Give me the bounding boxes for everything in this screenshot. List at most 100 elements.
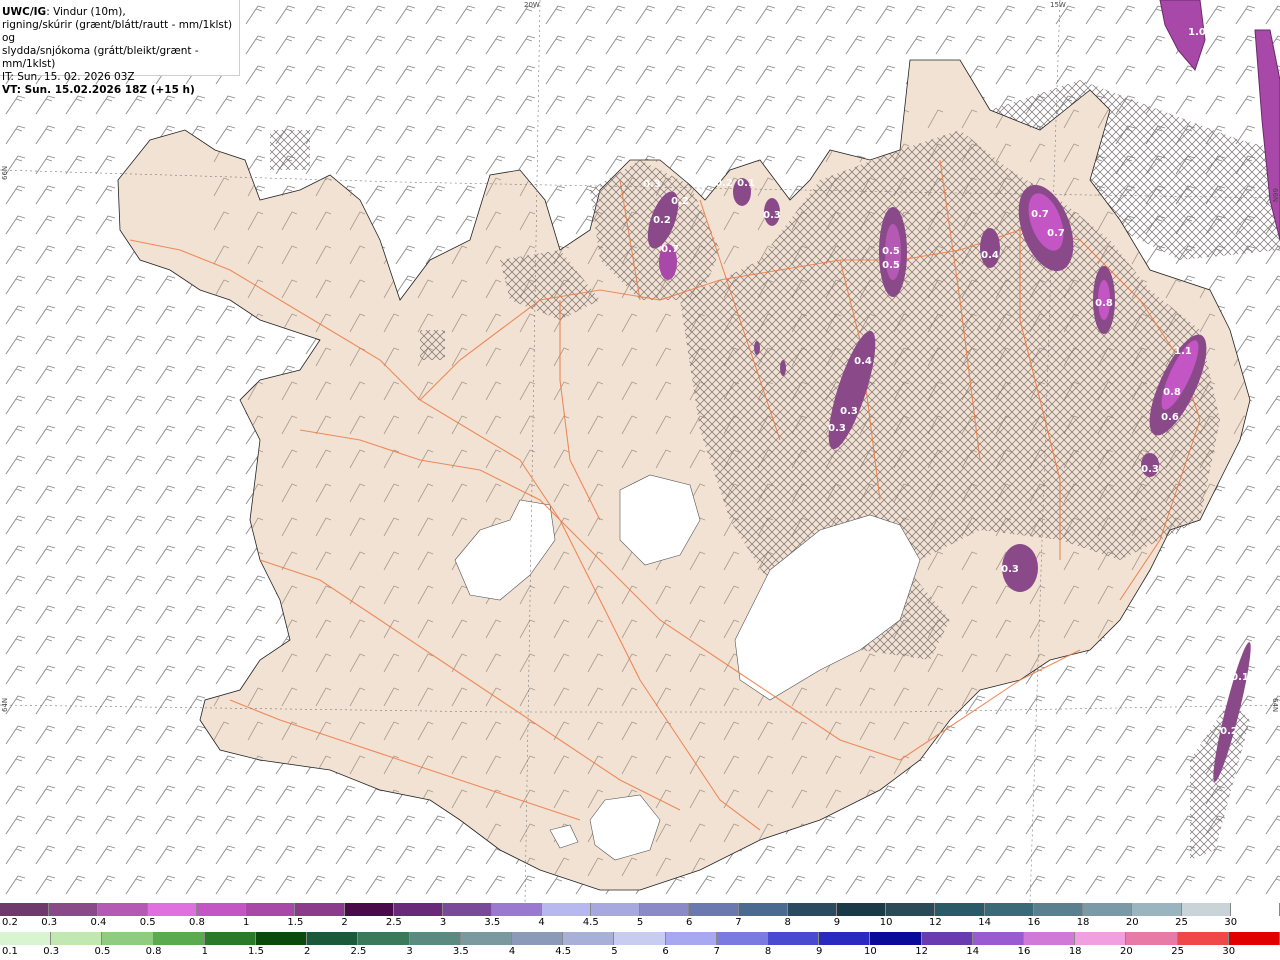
snow-legend-swatch: [1083, 903, 1133, 916]
snow-legend-value: 0.3: [41, 917, 58, 928]
snow-legend-value: 12: [929, 917, 942, 928]
rain-legend-swatch: [870, 932, 922, 945]
lon-label-15w: 15W: [1050, 1, 1066, 9]
rain-legend-bar: [0, 932, 1280, 945]
snow-legend-swatch: [147, 903, 197, 916]
snow-legend-swatch: [541, 903, 591, 916]
precip-label: 0.2: [671, 196, 689, 207]
snow-legend-swatch: [246, 903, 296, 916]
precip-label: 0.3: [840, 406, 858, 417]
snow-legend-swatch: [1181, 903, 1231, 916]
rain-legend-swatch: [768, 932, 820, 945]
snow-legend-swatch: [492, 903, 542, 916]
product-desc: : Vindur (10m),: [46, 6, 126, 18]
rain-legend-value: 1: [201, 946, 208, 957]
precip-label: 0.1: [1231, 672, 1249, 683]
rain-legend-value: 2: [304, 946, 311, 957]
rain-legend-swatch: [358, 932, 410, 945]
rain-legend-value: 10: [864, 946, 877, 957]
snow-legend-value: 2.5: [385, 917, 402, 928]
rain-legend-value: 4: [508, 946, 516, 957]
snow-legend-swatch: [787, 903, 837, 916]
rain-legend-value: 9: [816, 946, 823, 957]
rain-legend-swatch: [307, 932, 359, 945]
precip-label: 0.2: [1220, 726, 1238, 737]
snow-legend-value: 10: [879, 917, 893, 928]
snow-legend-value: 9: [833, 917, 841, 928]
snow-legend-swatch: [738, 903, 788, 916]
rain-legend-swatch: [51, 932, 103, 945]
rain-legend-swatch: [1177, 932, 1229, 945]
snow-legend-value: 0.2: [2, 917, 18, 928]
initial-time: IT: Sun. 15. 02. 2026 03Z: [2, 71, 135, 83]
snow-legend-swatch: [344, 903, 394, 916]
snow-legend-swatch: [0, 903, 50, 916]
snow-legend-swatch: [443, 903, 493, 916]
snow-legend-value: 20: [1125, 917, 1139, 928]
rain-legend-swatch: [563, 932, 615, 945]
snow-legend-value: 6: [686, 917, 693, 928]
snow-legend-swatch: [1033, 903, 1084, 916]
snow-legend-value: 30: [1224, 917, 1238, 928]
rain-legend-swatch: [153, 932, 205, 945]
rain-legend-value: 8: [764, 946, 772, 957]
snow-legend-swatch: [98, 903, 148, 916]
snow-legend-value: 4: [538, 917, 545, 928]
precip-label: 0.8: [1095, 298, 1113, 309]
precip-label: 0.3: [643, 179, 661, 190]
snow-legend-swatch: [1132, 903, 1182, 916]
snow-legend-swatch: [640, 903, 690, 916]
rain-legend-value: 30: [1222, 946, 1236, 957]
lat-label-64n-right: 64N: [1271, 698, 1279, 712]
snow-legend-swatch: [196, 903, 247, 916]
snow-legend-value: 3.5: [484, 917, 501, 928]
precip-label: 0.4: [981, 250, 999, 261]
rain-legend-swatch: [921, 932, 973, 945]
rain-legend-swatch: [614, 932, 666, 945]
rain-legend-value: 16: [1017, 946, 1031, 957]
precip-label: 1.0: [1188, 27, 1206, 38]
rain-legend-value: 3.5: [452, 946, 469, 957]
snow-legend-value: 8: [784, 917, 791, 928]
rain-description: rigning/skúrir (grænt/blátt/rautt - mm/1…: [2, 19, 233, 44]
precip-label: 0.8: [1163, 387, 1181, 398]
snow-legend-value: 4.5: [582, 917, 599, 928]
snow-legend-value: 0.8: [188, 917, 205, 928]
snow-legend-swatch: [689, 903, 739, 916]
valid-time: VT: Sun. 15.02.2026 18Z (+15 h): [2, 84, 195, 96]
precip-label: 0.3: [763, 210, 781, 221]
snow-legend-value: 16: [1027, 917, 1041, 928]
rain-legend-swatch: [972, 932, 1025, 945]
precip-label: 0.1: [737, 178, 755, 189]
rain-legend-value: 3: [406, 946, 413, 957]
rain-legend-value: 0.3: [43, 946, 60, 957]
rain-legend-swatch: [102, 932, 154, 945]
legend-area: 0.2 0.3 0.4 0.5 0.8 1 1.5 2 2.5 3 3.5 4 4.5 5 6 7 8 9 10 12…: [0, 903, 1280, 960]
precip-label: 0.4: [854, 356, 872, 367]
snow-legend-swatch: [49, 903, 99, 916]
rain-legend-labels: 0.1 0.3 0.5 0.8 1 1.5 2 2.5 3 3.5 4 4.5 5 6 7 8 9 10 12 14 1…: [0, 946, 1280, 958]
snow-legend-swatch: [295, 903, 345, 916]
snow-legend-value: 5: [636, 917, 644, 928]
rain-legend-value: 0.1: [2, 946, 18, 957]
snow-legend-value: 0.5: [139, 917, 156, 928]
rain-legend-swatch: [460, 932, 513, 945]
rain-legend-swatch: [1228, 932, 1280, 945]
snow-legend-swatch: [836, 903, 887, 916]
snow-legend-swatch: [393, 903, 444, 916]
rain-legend-swatch: [1126, 932, 1178, 945]
snow-legend-value: 2: [341, 917, 348, 928]
rain-legend-value: 2.5: [350, 946, 367, 957]
rain-legend-value: 0.8: [145, 946, 162, 957]
rain-legend-value: 6: [662, 946, 669, 957]
snow-description: slydda/snjókoma (grátt/bleikt/grænt - mm…: [2, 45, 199, 70]
rain-legend-value: 5: [611, 946, 618, 957]
rain-legend-swatch: [1024, 932, 1076, 945]
precip-label: 0.7: [661, 244, 679, 255]
snow-legend-swatch: [590, 903, 641, 916]
snow-legend-bar: [0, 903, 1280, 916]
rain-legend-swatch: [665, 932, 717, 945]
rain-legend-swatch: [512, 932, 564, 945]
snow-legend-swatch: [1230, 903, 1280, 916]
rain-legend-value: 0.5: [94, 946, 111, 957]
